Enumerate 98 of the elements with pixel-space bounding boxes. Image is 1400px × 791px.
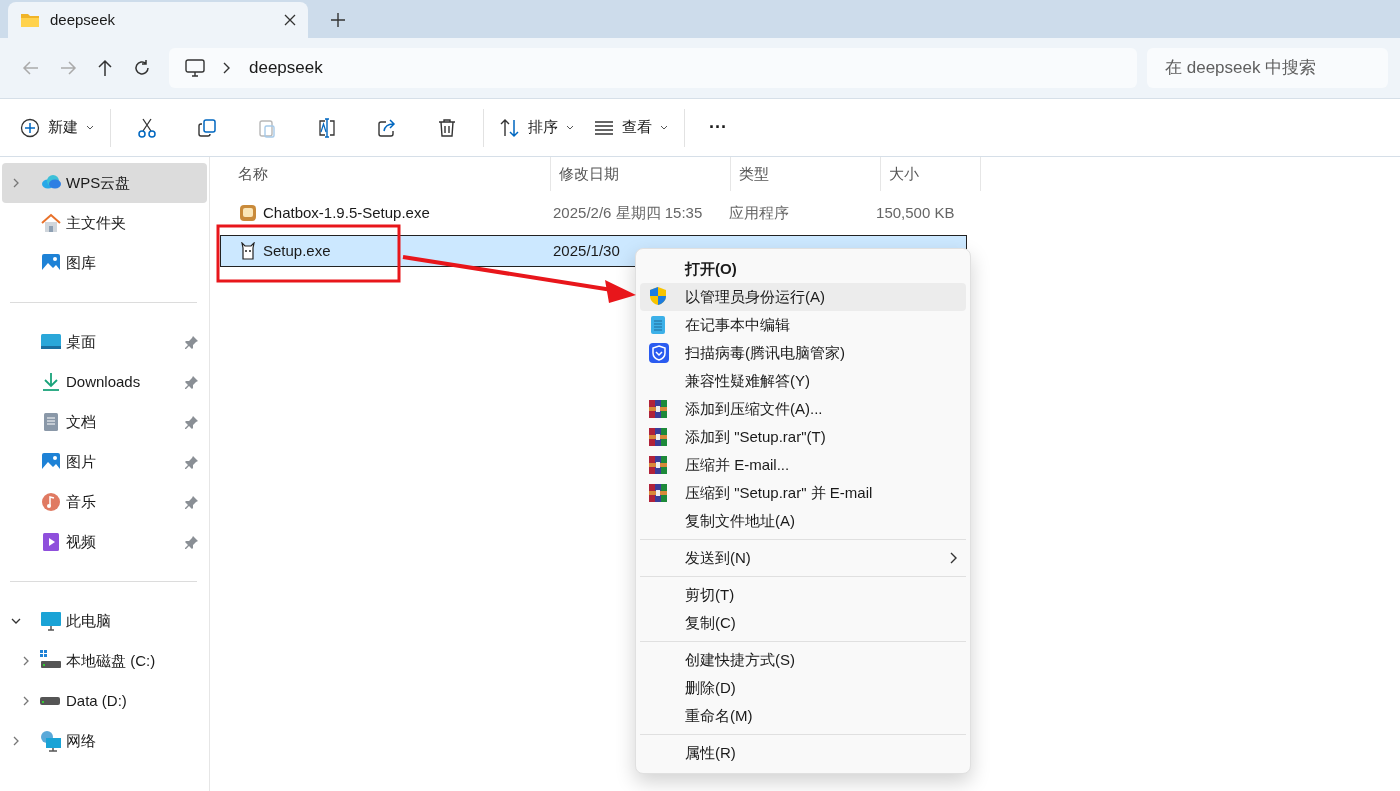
menu-item[interactable]: 发送到(N)	[640, 544, 966, 572]
llama-icon	[239, 242, 257, 260]
sidebar-item[interactable]: 文档	[2, 402, 207, 442]
sidebar-label: 图片	[66, 451, 96, 472]
menu-item[interactable]: 属性(R)	[640, 739, 966, 767]
sidebar-label: 音乐	[66, 491, 96, 512]
sidebar-item[interactable]: 图片	[2, 442, 207, 482]
file-name: Setup.exe	[263, 240, 331, 261]
menu-item[interactable]: 创建快捷方式(S)	[640, 646, 966, 674]
sidebar-item[interactable]: 图库	[2, 243, 207, 283]
sidebar-item[interactable]: 桌面	[2, 322, 207, 362]
house-icon	[40, 212, 62, 234]
plus-circle-icon	[20, 117, 40, 138]
menu-item[interactable]: 压缩到 "Setup.rar" 并 E-mail	[640, 479, 966, 507]
menu-item[interactable]: 复制文件地址(A)	[640, 507, 966, 535]
file-type: 应用程序	[729, 202, 790, 223]
caret-icon	[86, 125, 94, 130]
chat-bubble-icon	[239, 204, 257, 222]
column-header[interactable]: 大小	[881, 157, 981, 191]
sidebar-label: 文档	[66, 411, 96, 432]
caret-icon	[566, 125, 574, 130]
sidebar-item[interactable]: Data (D:)	[2, 681, 207, 721]
books-icon	[648, 482, 670, 504]
window-tab[interactable]: deepseek	[8, 2, 308, 38]
refresh-icon	[133, 59, 152, 77]
menu-item[interactable]: 添加到 "Setup.rar"(T)	[640, 423, 966, 451]
sidebar-label: 此电脑	[66, 610, 111, 631]
sidebar-label: 桌面	[66, 331, 96, 352]
menu-item[interactable]: 重命名(M)	[640, 702, 966, 730]
shield-check-icon	[648, 342, 670, 364]
sidebar-item[interactable]: 视频	[2, 522, 207, 562]
trash-icon	[437, 117, 457, 138]
scissors-icon	[137, 117, 157, 138]
sidebar-item[interactable]: 此电脑	[2, 601, 207, 641]
search-field[interactable]: 在 deepseek 中搜索	[1147, 48, 1388, 88]
sidebar-label: 视频	[66, 531, 96, 552]
sidebar-label: 图库	[66, 252, 96, 273]
sidebar-label: Data (D:)	[66, 690, 127, 711]
file-size: 150,500 KB	[876, 202, 955, 223]
column-header[interactable]: 类型	[731, 157, 881, 191]
sidebar-item[interactable]: 主文件夹	[2, 203, 207, 243]
file-date: 2025/2/6 星期四 15:35	[553, 202, 703, 223]
sidebar-item[interactable]: WPS云盘	[2, 163, 207, 203]
address-bar[interactable]: deepseek	[169, 48, 1137, 88]
sidebar-label: Downloads	[66, 371, 141, 392]
monitor-icon	[40, 610, 62, 632]
sidebar-item[interactable]: Downloads	[2, 362, 207, 402]
more-button[interactable]: ···	[691, 107, 737, 148]
file-date: 2025/1/30	[553, 240, 620, 261]
books-icon	[648, 398, 670, 420]
folder-icon	[20, 12, 40, 28]
menu-item[interactable]: 在记事本中编辑	[640, 311, 966, 339]
text-cursor-icon	[317, 117, 337, 138]
plus-icon	[330, 13, 345, 28]
menu-item[interactable]: 复制(C)	[640, 609, 966, 637]
sort-arrows-icon	[500, 117, 520, 138]
sidebar-item[interactable]: 网络	[2, 721, 207, 761]
new-button[interactable]: 新建	[10, 107, 104, 148]
menu-item[interactable]: 兼容性疑难解答(Y)	[640, 367, 966, 395]
picture-icon	[40, 252, 62, 274]
caret-icon	[660, 125, 668, 130]
chevron-right-icon	[950, 552, 958, 564]
sidebar-label: WPS云盘	[66, 172, 131, 193]
menu-item[interactable]: 以管理员身份运行(A)	[640, 283, 966, 311]
network-icon	[40, 730, 62, 752]
right-arrow-icon	[58, 59, 77, 77]
music-icon	[40, 491, 62, 513]
menu-item[interactable]: 扫描病毒(腾讯电脑管家)	[640, 339, 966, 367]
left-arrow-icon	[21, 59, 40, 77]
tab-title: deepseek	[50, 9, 116, 30]
sidebar-item[interactable]: 音乐	[2, 482, 207, 522]
menu-item[interactable]: 压缩并 E-mail...	[640, 451, 966, 479]
clipboard-icon	[257, 117, 277, 138]
share-arrow-icon	[377, 117, 397, 138]
file-row[interactable]: Chatbox-1.9.5-Setup.exe 2025/2/6 星期四 15:35 应用程序 150,500 KB	[220, 197, 967, 229]
menu-item[interactable]: 剪切(T)	[640, 581, 966, 609]
monitor-icon	[185, 59, 205, 77]
sidebar-label: 主文件夹	[66, 212, 126, 233]
picture-icon	[40, 451, 62, 473]
column-header[interactable]: 名称	[230, 157, 551, 191]
sidebar-label: 网络	[66, 730, 96, 751]
column-header[interactable]: 修改日期	[551, 157, 731, 191]
sidebar-item[interactable]: 本地磁盘 (C:)	[2, 641, 207, 681]
menu-item[interactable]: 删除(D)	[640, 674, 966, 702]
chevron-icon	[223, 62, 231, 74]
file-name: Chatbox-1.9.5-Setup.exe	[263, 202, 430, 223]
video-icon	[40, 531, 62, 553]
sort-button[interactable]: 排序	[490, 107, 584, 148]
menu-item[interactable]: 添加到压缩文件(A)...	[640, 395, 966, 423]
breadcrumb-item[interactable]: deepseek	[249, 55, 323, 81]
books-icon	[648, 426, 670, 448]
close-icon[interactable]	[284, 14, 296, 26]
view-button[interactable]: 查看	[584, 107, 678, 148]
drive-icon	[40, 697, 60, 705]
download-icon	[40, 371, 62, 393]
books-icon	[648, 454, 670, 476]
copy-icon	[197, 117, 217, 138]
sidebar-label: 本地磁盘 (C:)	[66, 650, 156, 671]
